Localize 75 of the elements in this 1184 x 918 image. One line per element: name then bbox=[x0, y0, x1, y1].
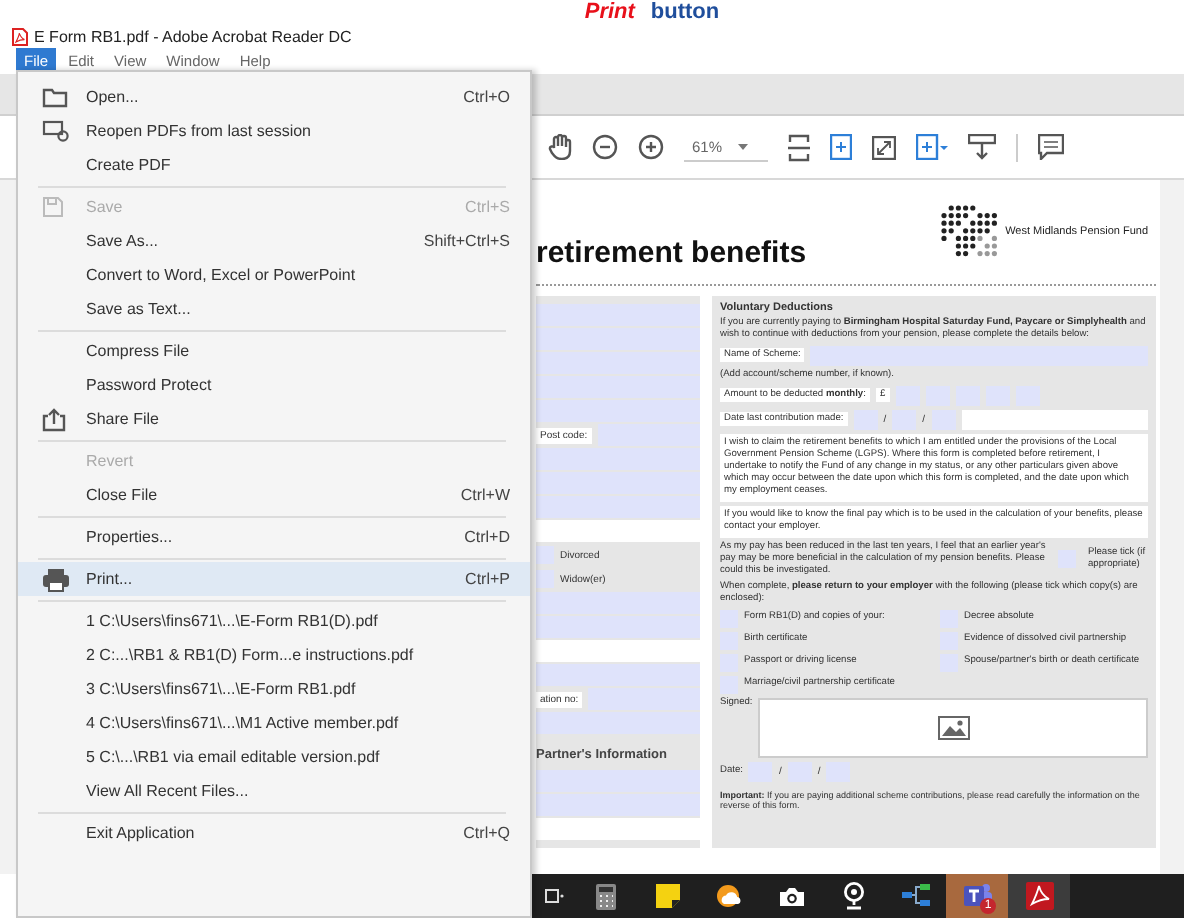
menu-item[interactable]: Save As... Shift+Ctrl+S bbox=[18, 224, 530, 258]
input-field[interactable] bbox=[536, 352, 700, 374]
menu-item[interactable]: Print... Ctrl+P bbox=[18, 562, 530, 596]
menu-item[interactable]: Properties... Ctrl+D bbox=[18, 520, 530, 554]
menu-item[interactable]: 5 C:\...\RB1 via email editable version.pdf bbox=[18, 740, 530, 774]
document-title: retirement benefits bbox=[536, 236, 807, 274]
weather-icon[interactable] bbox=[715, 884, 743, 908]
input-field[interactable] bbox=[536, 770, 700, 792]
task-view-icon[interactable] bbox=[543, 886, 563, 906]
input-field[interactable] bbox=[536, 304, 700, 326]
network-icon[interactable] bbox=[901, 884, 929, 908]
banner-text: Print bbox=[584, 0, 635, 24]
signature-field[interactable] bbox=[758, 697, 1148, 758]
menu-item[interactable]: Save as Text... bbox=[18, 292, 530, 326]
reopen-icon bbox=[42, 120, 70, 142]
input-field[interactable] bbox=[787, 761, 812, 782]
input-field[interactable] bbox=[536, 712, 700, 734]
sticky-note-icon[interactable] bbox=[655, 884, 679, 908]
input-field[interactable] bbox=[826, 761, 851, 782]
input-field[interactable] bbox=[588, 688, 700, 710]
menu-item[interactable]: Password Protect bbox=[18, 368, 530, 402]
share-icon bbox=[42, 407, 66, 431]
input-field[interactable] bbox=[536, 496, 700, 518]
input-field[interactable] bbox=[748, 761, 773, 782]
calculator-icon[interactable] bbox=[595, 883, 615, 909]
input-field[interactable] bbox=[536, 328, 700, 350]
menu-item[interactable]: Close File Ctrl+W bbox=[18, 478, 530, 512]
taskbar-button[interactable] bbox=[1008, 874, 1070, 918]
input-field[interactable] bbox=[536, 520, 700, 542]
printer-icon bbox=[42, 567, 70, 591]
checkbox[interactable] bbox=[536, 570, 554, 588]
comment-icon[interactable] bbox=[1038, 134, 1064, 160]
input-field[interactable] bbox=[536, 640, 700, 662]
zoom-in-icon[interactable] bbox=[638, 134, 664, 160]
input-field[interactable] bbox=[536, 472, 700, 494]
input-field[interactable] bbox=[536, 400, 700, 422]
full-screen-icon[interactable] bbox=[872, 135, 896, 159]
folder-icon bbox=[42, 86, 70, 108]
menu-item[interactable]: Open... Ctrl+O bbox=[18, 80, 530, 114]
checkbox[interactable] bbox=[536, 546, 554, 564]
menu-item[interactable]: Share File bbox=[18, 402, 530, 436]
camera-icon[interactable] bbox=[777, 885, 805, 907]
menu-item[interactable]: 3 C:\Users\fins671\...\E-Form RB1.pdf bbox=[18, 672, 530, 706]
input-field[interactable] bbox=[536, 818, 700, 840]
input-field[interactable] bbox=[536, 616, 700, 638]
webcam-icon[interactable] bbox=[841, 882, 865, 910]
download-icon[interactable] bbox=[968, 134, 996, 160]
input-field[interactable] bbox=[536, 664, 700, 686]
menu-item[interactable]: Compress File bbox=[18, 334, 530, 368]
menu-item[interactable]: 1 C:\Users\fins671\...\E-Form RB1(D).pdf bbox=[18, 604, 530, 638]
window-title: E Form RB1.pdf - Adobe Acrobat Reader DC bbox=[34, 27, 352, 45]
input-field[interactable] bbox=[961, 409, 1148, 430]
banner-text: button bbox=[650, 0, 720, 24]
menu-item[interactable]: Convert to Word, Excel or PowerPoint bbox=[18, 258, 530, 292]
zoom-out-icon[interactable] bbox=[592, 134, 618, 160]
acrobat-icon[interactable] bbox=[1025, 882, 1053, 910]
input-field[interactable] bbox=[536, 592, 700, 614]
menu-item[interactable]: Create PDF bbox=[18, 148, 530, 182]
hand-icon[interactable] bbox=[548, 134, 572, 160]
rotate-view-icon[interactable] bbox=[916, 134, 948, 160]
input-field[interactable] bbox=[536, 376, 700, 398]
menu-item[interactable]: 2 C:...\RB1 & RB1(D) Form...e instructions.pdf bbox=[18, 638, 530, 672]
menu-item[interactable]: View All Recent Files... bbox=[18, 774, 530, 808]
image-icon bbox=[937, 715, 970, 740]
caret-icon bbox=[738, 143, 749, 149]
input-field[interactable] bbox=[597, 424, 700, 446]
logo-dots-icon bbox=[939, 204, 1000, 260]
input-field[interactable] bbox=[536, 794, 700, 816]
menu-item[interactable]: 4 C:\Users\fins671\...\M1 Active member.pdf bbox=[18, 706, 530, 740]
menu-item[interactable]: Reopen PDFs from last session bbox=[18, 114, 530, 148]
page-view-icon[interactable] bbox=[830, 134, 852, 160]
fit-page-icon[interactable] bbox=[788, 133, 810, 161]
teams-icon[interactable] bbox=[961, 882, 993, 910]
input-field[interactable] bbox=[536, 448, 700, 470]
menu-item[interactable]: Exit Application Ctrl+Q bbox=[18, 816, 530, 850]
